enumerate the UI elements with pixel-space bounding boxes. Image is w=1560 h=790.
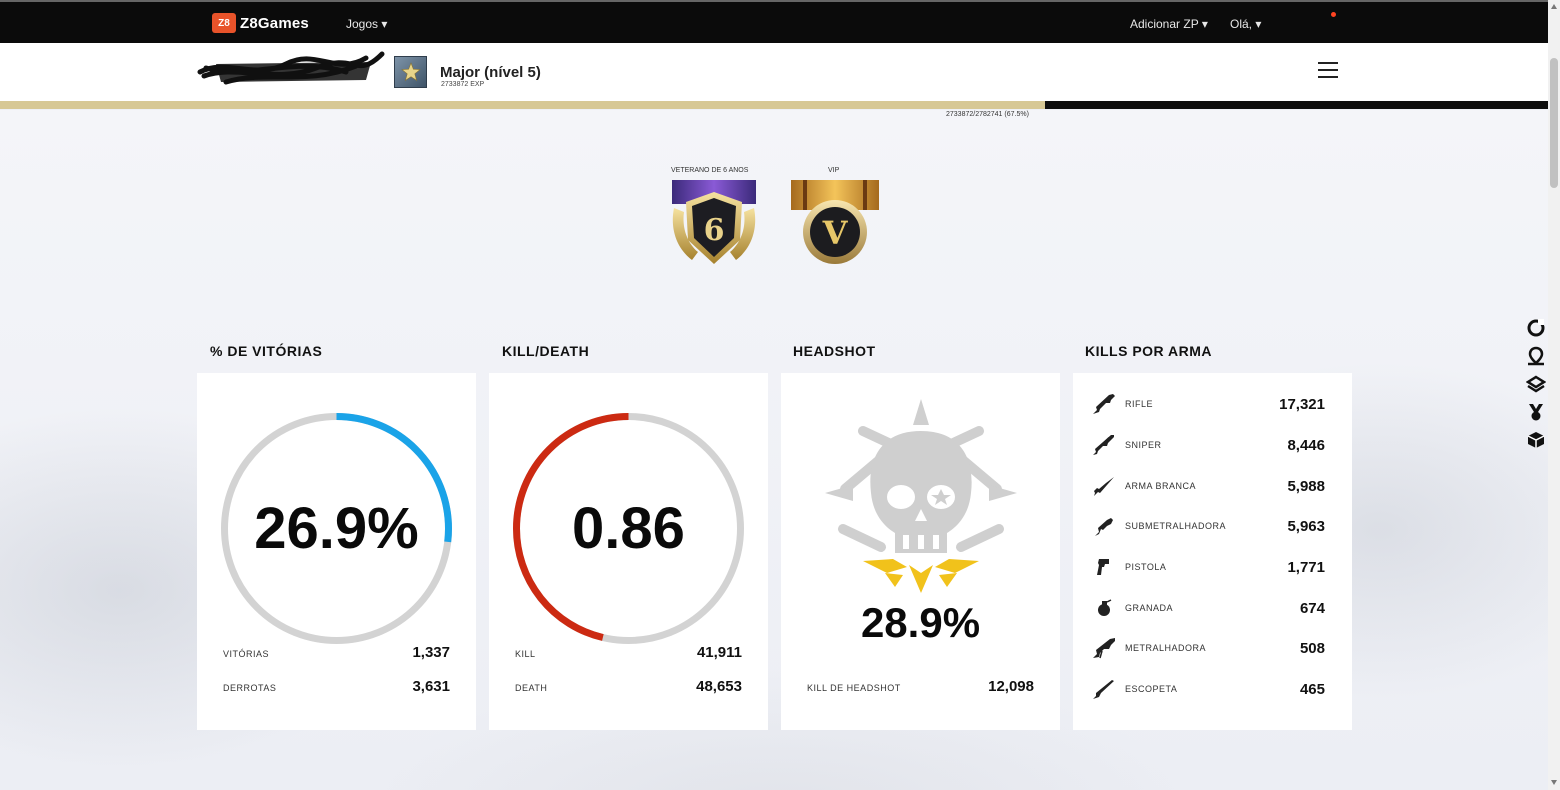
vip-badge-icon[interactable]: V <box>789 178 881 268</box>
headshot-kills-row: KILL DE HEADSHOT 12,098 <box>807 678 1034 695</box>
weapon-label: GRANADA <box>1125 603 1174 613</box>
weapon-kills: 5,963 <box>1287 517 1325 535</box>
wins-card: 26.9% VITÓRIAS 1,337 DERROTAS 3,631 <box>197 373 476 730</box>
weapon-kills: 5,988 <box>1287 477 1325 495</box>
weapons-card: RIFLE 17,321 SNIPER 8,446 ARMA BRANCA 5,… <box>1073 373 1352 730</box>
brand-name: Z8Games <box>240 14 309 32</box>
location-icon[interactable] <box>1526 346 1546 366</box>
sniper-icon <box>1093 435 1114 455</box>
rank-title: Major (nível 5) <box>440 64 541 81</box>
weapon-row-rifle: RIFLE 17,321 <box>1091 389 1325 419</box>
weapon-label: RIFLE <box>1125 399 1154 409</box>
wins-value: 1,337 <box>412 644 450 661</box>
grenade-icon <box>1098 599 1112 616</box>
weapon-row-shotgun: ESCOPETA 465 <box>1091 674 1325 704</box>
add-zp-menu[interactable]: Adicionar ZP ▾ <box>1130 17 1208 31</box>
badge-vip-label: VIP <box>828 167 840 174</box>
headshot-section-title: HEADSHOT <box>793 343 876 359</box>
svg-text:V: V <box>822 214 849 252</box>
box-icon[interactable] <box>1526 430 1546 450</box>
weapon-kills: 17,321 <box>1279 395 1325 413</box>
losses-label: DERROTAS <box>223 683 277 693</box>
headshot-kills-value: 12,098 <box>988 678 1034 695</box>
xp-progress-text: 2733872/2782741 (67.5%) <box>946 111 1029 118</box>
weapon-kills: 674 <box>1299 599 1325 617</box>
weapon-label: ARMA BRANCA <box>1125 481 1197 491</box>
wins-section-title: % DE VITÓRIAS <box>210 343 323 359</box>
wins-label: VITÓRIAS <box>223 649 270 659</box>
skull-headshot-icon <box>825 399 1017 593</box>
kills-row: KILL 41,911 <box>515 644 742 661</box>
weapon-kills: 8,446 <box>1287 436 1325 454</box>
weapon-row-pistol: PISTOLA 1,771 <box>1091 552 1325 582</box>
badge-veteran-label: VETERANO DE 6 ANOS <box>671 167 749 174</box>
top-navigation: Z8 Z8Games Jogos ▾ Adicionar ZP ▾ Olá, ▾ <box>0 0 1548 43</box>
rank-exp: 2733872 EXP <box>441 81 485 88</box>
shotgun-icon <box>1093 680 1114 699</box>
deaths-label: DEATH <box>515 683 548 693</box>
games-menu[interactable]: Jogos ▾ <box>346 17 387 31</box>
veteran-badge-icon[interactable]: 6 <box>668 178 760 268</box>
weapon-row-sniper: SNIPER 8,446 <box>1091 430 1325 460</box>
headshot-card: 28.9% KILL DE HEADSHOT 12,098 <box>781 373 1060 730</box>
weapon-label: ESCOPETA <box>1125 684 1178 694</box>
losses-value: 3,631 <box>412 678 450 695</box>
weapon-row-grenade: GRANADA 674 <box>1091 593 1325 623</box>
kills-label: KILL <box>515 649 536 659</box>
kills-value: 41,911 <box>696 644 742 661</box>
medal-icon[interactable] <box>1526 402 1546 422</box>
refresh-icon[interactable] <box>1526 318 1546 338</box>
weapon-label: PISTOLA <box>1125 562 1167 572</box>
hamburger-menu-icon[interactable] <box>1318 62 1338 80</box>
weapon-kills: 465 <box>1299 680 1325 698</box>
smg-icon <box>1095 518 1113 536</box>
weapons-section-title: KILLS POR ARMA <box>1085 343 1213 359</box>
weapon-row-machine-gun: METRALHADORA 508 <box>1091 633 1325 663</box>
pistol-icon <box>1097 559 1109 575</box>
brand[interactable]: Z8 Z8Games <box>212 13 309 33</box>
headshot-percentage: 28.9% <box>860 599 981 646</box>
z8-logo-icon: Z8 <box>212 13 236 33</box>
redacted-username <box>197 51 385 85</box>
side-toolbar <box>1525 318 1548 458</box>
weapon-label: SNIPER <box>1125 440 1162 450</box>
xp-progress-bar <box>0 101 1548 109</box>
weapon-row-knife: ARMA BRANCA 5,988 <box>1091 471 1325 501</box>
rank-insignia-icon <box>394 56 427 88</box>
deaths-row: DEATH 48,653 <box>515 678 742 695</box>
page-scrollbar[interactable] <box>1548 0 1560 790</box>
weapon-kills: 1,771 <box>1287 558 1325 576</box>
kd-card: 0.86 KILL 41,911 DEATH 48,653 <box>489 373 768 730</box>
xp-progress-fill <box>0 101 1045 109</box>
rifle-icon <box>1093 394 1115 414</box>
machine-gun-icon <box>1093 638 1115 659</box>
kd-section-title: KILL/DEATH <box>502 343 590 359</box>
kd-ratio: 0.86 <box>572 496 685 561</box>
scroll-down-arrow-icon[interactable] <box>1551 780 1557 785</box>
weapon-row-smg: SUBMETRALHADORA 5,963 <box>1091 511 1325 541</box>
knife-icon <box>1094 477 1114 496</box>
layers-icon[interactable] <box>1525 374 1547 394</box>
user-greeting-menu[interactable]: Olá, ▾ <box>1230 17 1261 31</box>
losses-row: DERROTAS 3,631 <box>223 678 450 695</box>
weapon-label: SUBMETRALHADORA <box>1125 521 1227 531</box>
weapon-kills: 508 <box>1299 639 1325 657</box>
weapon-label: METRALHADORA <box>1125 643 1207 653</box>
headshot-kills-label: KILL DE HEADSHOT <box>807 683 901 693</box>
scroll-up-arrow-icon[interactable] <box>1551 4 1557 9</box>
scroll-thumb[interactable] <box>1550 58 1558 188</box>
notification-dot <box>1331 12 1336 17</box>
wins-percentage: 26.9% <box>254 496 419 561</box>
deaths-value: 48,653 <box>696 678 742 695</box>
svg-text:6: 6 <box>704 213 725 248</box>
wins-row: VITÓRIAS 1,337 <box>223 644 450 661</box>
